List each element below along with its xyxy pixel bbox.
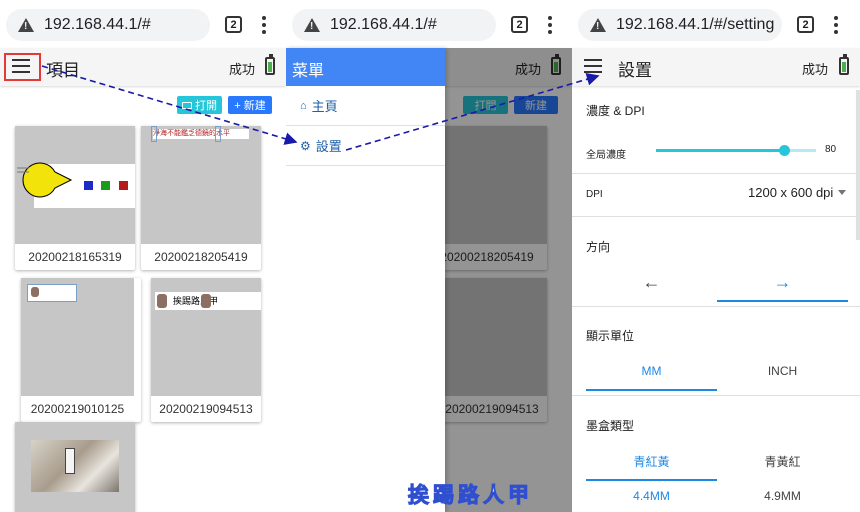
project-card[interactable]: 挨踢路人甲 20200219094513 [151, 278, 261, 422]
scrollbar[interactable] [856, 90, 860, 240]
not-secure-warning-icon[interactable] [304, 18, 320, 32]
dropdown-arrow-icon [838, 190, 847, 195]
card-thumbnail [21, 278, 134, 396]
project-card[interactable]: 20200218165319 [15, 126, 135, 270]
url-field[interactable]: 192.168.44.1/# [6, 9, 210, 41]
printer-photo-thumbnail [31, 440, 119, 492]
project-card[interactable]: 20200219010125 [21, 278, 141, 422]
card-thumbnail [15, 422, 135, 512]
drawer-item-label: 設置 [315, 139, 342, 154]
card-label: 20200218205419 [154, 250, 248, 264]
card-thumbnail [15, 126, 135, 244]
project-list-screen: 192.168.44.1/# 2 項目 成功 打開 + 新建 2 [0, 0, 286, 512]
not-secure-warning-icon[interactable] [18, 18, 34, 32]
size-tab-4-9mm[interactable]: 4.9MM [717, 480, 848, 512]
browser-menu-icon[interactable] [262, 16, 266, 34]
drawer-title: 菜單 [286, 48, 445, 86]
divider [572, 395, 860, 396]
open-button-label: 打開 [195, 100, 217, 112]
density-label: 全局濃度 [586, 150, 626, 161]
app-bar: 設置 成功 [572, 48, 860, 86]
divider [572, 173, 860, 174]
drawer-item-settings[interactable]: ⚙ 設置 [286, 126, 445, 166]
battery-icon [265, 54, 275, 75]
density-value: 80 [825, 144, 837, 155]
card-label: 20200219094513 [159, 402, 253, 416]
unit-tab-inch[interactable]: INCH [717, 351, 848, 391]
url-text: 192.168.44.1/# [44, 16, 151, 33]
direction-tab-right[interactable]: → [717, 262, 848, 302]
new-button-label: + 新建 [234, 100, 266, 112]
browser-address-bar: 192.168.44.1/#/setting 2 [572, 0, 860, 48]
drawer-screen: 192.168.44.1/# 2 成功 打開 新建 20200218205419… [286, 0, 572, 512]
browser-menu-icon[interactable] [834, 16, 838, 34]
card-label: 20200218165319 [28, 250, 122, 264]
app-bar: 項目 成功 [0, 48, 286, 86]
direction-tab-left[interactable]: ← [586, 262, 717, 302]
pacman-thumbnail-icon [17, 162, 128, 198]
unit-section-label: 顯示單位 [586, 329, 635, 343]
size-tabs: 4.4MM 4.9MM [586, 480, 848, 512]
tab-switcher-button[interactable]: 2 [511, 16, 528, 33]
card-thumbnail: 挨踢路人甲 [151, 278, 261, 396]
dpi-select-value: 1200 x 600 dpi [748, 185, 834, 200]
connection-status: 成功 [802, 62, 829, 77]
density-slider[interactable] [656, 145, 816, 156]
card-label: 20200219010125 [30, 402, 125, 416]
browser-address-bar: 192.168.44.1/# 2 [286, 0, 572, 48]
cartridge-tab-cym[interactable]: 青黃紅 [717, 441, 848, 481]
open-button[interactable]: 打開 [177, 96, 222, 114]
direction-section-label: 方向 [586, 240, 611, 254]
watermark-text: 挨踢路人甲 [408, 482, 533, 508]
dpi-select[interactable]: 1200 x 600 dpi [748, 185, 847, 200]
settings-screen: 192.168.44.1/#/setting 2 設置 成功 濃度 & DPI … [572, 0, 860, 512]
browser-address-bar: 192.168.44.1/# 2 [0, 0, 286, 48]
not-secure-warning-icon[interactable] [590, 18, 606, 32]
page-title: 項目 [46, 61, 80, 80]
url-text: 192.168.44.1/#/setting [616, 16, 775, 33]
project-card[interactable]: 淨海不能鑑乏德鏡的水平 20200218205419 [141, 126, 261, 270]
navigation-drawer: 菜單 ⌂ 主頁 ⚙ 設置 [286, 48, 445, 512]
direction-tabs: ← → [586, 262, 848, 302]
density-slider-thumb[interactable] [779, 145, 790, 156]
gear-icon: ⚙ [300, 138, 311, 153]
divider [572, 306, 860, 307]
battery-icon [839, 54, 849, 75]
url-field[interactable]: 192.168.44.1/#/setting [578, 9, 782, 41]
project-card[interactable] [15, 422, 135, 512]
divider [572, 216, 860, 217]
banner-thumbnail-text: 淨海不能鑑乏德鏡的水平 [153, 129, 249, 139]
tab-switcher-button[interactable]: 2 [797, 16, 814, 33]
dpi-label: DPI [586, 189, 603, 200]
browser-menu-icon[interactable] [548, 16, 552, 34]
url-field[interactable]: 192.168.44.1/# [292, 9, 496, 41]
density-section-label: 濃度 & DPI [586, 104, 645, 118]
tab-switcher-button[interactable]: 2 [225, 16, 242, 33]
hamburger-highlight-box [4, 53, 41, 81]
hamburger-menu-icon[interactable] [584, 59, 602, 73]
drawer-item-home[interactable]: ⌂ 主頁 [286, 86, 445, 126]
cartridge-section-label: 墨盒類型 [586, 419, 635, 433]
size-tab-4-4mm[interactable]: 4.4MM [586, 480, 717, 512]
drawer-item-label: 主頁 [311, 99, 338, 114]
card-thumbnail: 淨海不能鑑乏德鏡的水平 [141, 126, 261, 244]
home-icon: ⌂ [300, 99, 307, 112]
cartridge-tab-cmy[interactable]: 青紅黃 [586, 441, 717, 481]
folder-icon [182, 101, 192, 109]
unit-tab-mm[interactable]: MM [586, 351, 717, 391]
page-title: 設置 [618, 61, 652, 80]
url-text: 192.168.44.1/# [330, 16, 437, 33]
cartridge-tabs: 青紅黃 青黃紅 [586, 441, 848, 481]
new-button[interactable]: + 新建 [228, 96, 272, 114]
connection-status: 成功 [229, 62, 256, 77]
drawer-scrim[interactable] [445, 48, 572, 512]
density-slider-fill [656, 149, 784, 152]
unit-tabs: MM INCH [586, 351, 848, 391]
